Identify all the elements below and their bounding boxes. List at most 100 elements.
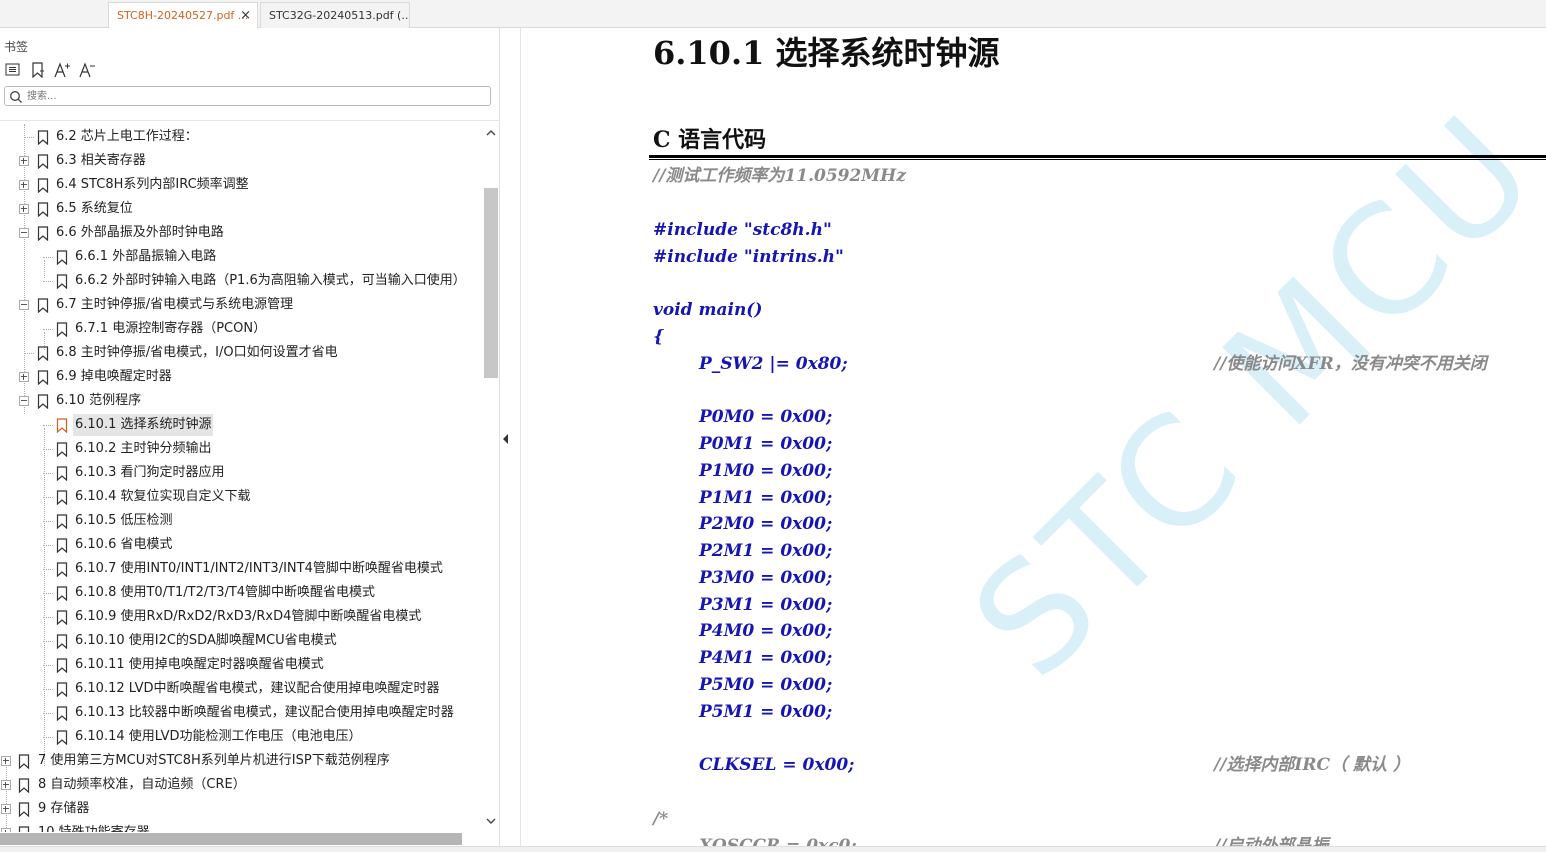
bookmark-item[interactable]: 6.10.11 使用掉电唤醒定时器唤醒省电模式	[0, 654, 482, 676]
code-line: P0M1 = 0x00;	[699, 434, 833, 454]
bookmark-icon	[56, 634, 68, 649]
bookmark-label: 6.10.14 使用LVD功能检测工作电压（电池电压）	[75, 729, 362, 744]
tree-vertical-scrollbar[interactable]	[483, 124, 499, 834]
scroll-down-icon[interactable]	[486, 816, 496, 826]
bookmark-label: 6.10.13 比较器中断唤醒省电模式，建议配合使用掉电唤醒定时器	[75, 705, 454, 720]
bookmark-search[interactable]	[4, 86, 491, 106]
bookmark-label: 6.5 系统复位	[56, 201, 133, 216]
bookmark-item[interactable]: 6.7.1 电源控制寄存器（PCON）	[0, 318, 482, 340]
bookmark-item[interactable]: 6.6.1 外部晶振输入电路	[0, 246, 482, 268]
close-icon[interactable]: ×	[240, 3, 251, 28]
tab-stc32g-pdf[interactable]: STC32G-20240513.pdf (...	[260, 2, 410, 28]
bookmark-icon	[56, 490, 68, 505]
code-line: P3M1 = 0x00;	[699, 595, 833, 615]
font-increase-icon[interactable]	[54, 61, 71, 78]
bookmark-label: 10 特殊功能寄存器	[38, 822, 150, 832]
bookmark-label: 6.10.6 省电模式	[75, 537, 173, 552]
code-line: #include "intrins.h"	[653, 247, 844, 267]
tab-label: STC8H-20240527.pdf ...	[117, 9, 249, 22]
bookmark-item[interactable]: 6.10.2 主时钟分频输出	[0, 438, 482, 460]
tree-horizontal-scrollbar[interactable]	[0, 832, 482, 845]
bookmark-item[interactable]: 6.4 STC8H系列内部IRC频率调整	[0, 174, 482, 196]
font-decrease-icon[interactable]	[79, 61, 96, 78]
bookmark-icon	[37, 154, 49, 169]
bookmark-item[interactable]: 7 使用第三方MCU对STC8H系列单片机进行ISP下载范例程序	[0, 750, 482, 772]
bookmark-item[interactable]: 6.10.3 看门狗定时器应用	[0, 462, 482, 484]
bookmark-icon	[37, 394, 49, 409]
sidebar-divider	[0, 120, 500, 121]
expand-all-icon[interactable]	[4, 61, 21, 78]
bookmark-label: 6.10.12 LVD中断唤醒省电模式，建议配合使用掉电唤醒定时器	[75, 681, 440, 696]
bookmark-icon	[18, 778, 30, 793]
search-input[interactable]	[27, 87, 482, 105]
bookmark-icon	[37, 298, 49, 313]
bookmark-item[interactable]: 6.10.13 比较器中断唤醒省电模式，建议配合使用掉电唤醒定时器	[0, 702, 482, 724]
bookmark-icon	[37, 130, 49, 145]
bookmark-icon	[56, 586, 68, 601]
bookmark-sidebar: 书签 6.2 芯片上电工作过程： 6.3 相关寄存器 6.4 STC8H系列内部IR…	[0, 28, 500, 852]
scroll-thumb[interactable]	[484, 188, 498, 378]
bookmark-item[interactable]: 6.3 相关寄存器	[0, 150, 482, 172]
bookmark-icon	[37, 370, 49, 385]
bookmark-label: 6.10 范例程序	[56, 393, 142, 408]
bookmark-label: 6.3 相关寄存器	[56, 153, 146, 168]
bookmark-item[interactable]: 6.10.9 使用RxD/RxD2/RxD3/RxD4管脚中断唤醒省电模式	[0, 606, 482, 628]
bookmark-item[interactable]: 6.10 范例程序	[0, 390, 482, 412]
bookmark-item[interactable]: 6.6 外部晶振及外部时钟电路	[0, 222, 482, 244]
collapse-icon[interactable]	[19, 228, 29, 238]
collapse-icon[interactable]	[19, 300, 29, 310]
bookmark-item[interactable]: 6.10.1 选择系统时钟源	[0, 414, 482, 436]
expand-icon[interactable]	[19, 180, 29, 190]
expand-icon[interactable]	[19, 156, 29, 166]
code-line: P1M0 = 0x00;	[699, 461, 833, 481]
expand-icon[interactable]	[1, 780, 11, 790]
bookmark-item[interactable]: 6.10.14 使用LVD功能检测工作电压（电池电压）	[0, 726, 482, 748]
search-icon	[9, 89, 23, 103]
bookmark-item[interactable]: 6.10.5 低压检测	[0, 510, 482, 532]
bookmark-label: 6.2 芯片上电工作过程：	[56, 129, 198, 144]
bookmark-item[interactable]: 9 存储器	[0, 798, 482, 820]
bookmark-item[interactable]: 10 特殊功能寄存器	[0, 822, 482, 832]
bookmark-item[interactable]: 6.2 芯片上电工作过程：	[0, 126, 482, 148]
expand-icon[interactable]	[19, 372, 29, 382]
bookmark-item[interactable]: 6.8 主时钟停振/省电模式，I/O口如何设置才省电	[0, 342, 482, 364]
bookmark-item[interactable]: 6.9 掉电唤醒定时器	[0, 366, 482, 388]
bookmark-item[interactable]: 6.10.4 软复位实现自定义下载	[0, 486, 482, 508]
code-line: void main()	[653, 300, 763, 320]
expand-icon[interactable]	[1, 756, 11, 766]
bookmark-icon	[56, 562, 68, 577]
bookmark-item[interactable]: 6.10.7 使用INT0/INT1/INT2/INT3/INT4管脚中断唤醒省…	[0, 558, 482, 580]
scroll-thumb[interactable]	[0, 833, 462, 845]
bookmark-icon	[56, 442, 68, 457]
bookmark-item[interactable]: 6.10.6 省电模式	[0, 534, 482, 556]
code-line: P2M1 = 0x00;	[699, 541, 833, 561]
code-line: P4M1 = 0x00;	[699, 648, 833, 668]
code-line: #include "stc8h.h"	[653, 220, 832, 240]
sidebar-title: 书签	[4, 40, 29, 54]
bookmark-item[interactable]: 6.7 主时钟停振/省电模式与系统电源管理	[0, 294, 482, 316]
code-inline-comment: //选择内部IRC（ 默认 ）	[1214, 755, 1410, 775]
bookmark-icon	[18, 754, 30, 769]
collapse-icon[interactable]	[19, 396, 29, 406]
bookmark-item[interactable]: 6.10.12 LVD中断唤醒省电模式，建议配合使用掉电唤醒定时器	[0, 678, 482, 700]
bookmark-label: 6.6.1 外部晶振输入电路	[75, 249, 217, 264]
bookmark-item[interactable]: 6.6.2 外部时钟输入电路（P1.6为高阻输入模式，可当输入口使用）	[0, 270, 482, 292]
bookmark-item[interactable]: 8 自动频率校准，自动追频（CRE）	[0, 774, 482, 796]
bookmark-label: 6.7 主时钟停振/省电模式与系统电源管理	[56, 297, 294, 312]
bookmark-item[interactable]: 6.10.8 使用T0/T1/T2/T3/T4管脚中断唤醒省电模式	[0, 582, 482, 604]
bookmark-label: 6.10.8 使用T0/T1/T2/T3/T4管脚中断唤醒省电模式	[75, 585, 376, 600]
scroll-up-icon[interactable]	[486, 128, 496, 138]
bookmark-label: 6.8 主时钟停振/省电模式，I/O口如何设置才省电	[56, 345, 338, 360]
bookmark-icon	[56, 682, 68, 697]
bookmark-label: 6.10.9 使用RxD/RxD2/RxD3/RxD4管脚中断唤醒省电模式	[75, 609, 422, 624]
code-line: CLKSEL = 0x00;	[699, 755, 855, 775]
expand-icon[interactable]	[19, 204, 29, 214]
bookmark-add-icon[interactable]	[29, 61, 46, 78]
tab-stc8h-pdf[interactable]: STC8H-20240527.pdf ... ×	[108, 2, 258, 28]
bookmark-icon	[56, 466, 68, 481]
collapse-sidebar-icon[interactable]	[502, 430, 510, 444]
bookmark-item[interactable]: 6.5 系统复位	[0, 198, 482, 220]
expand-icon[interactable]	[1, 804, 11, 814]
bookmark-icon	[18, 802, 30, 817]
bookmark-item[interactable]: 6.10.10 使用I2C的SDA脚唤醒MCU省电模式	[0, 630, 482, 652]
